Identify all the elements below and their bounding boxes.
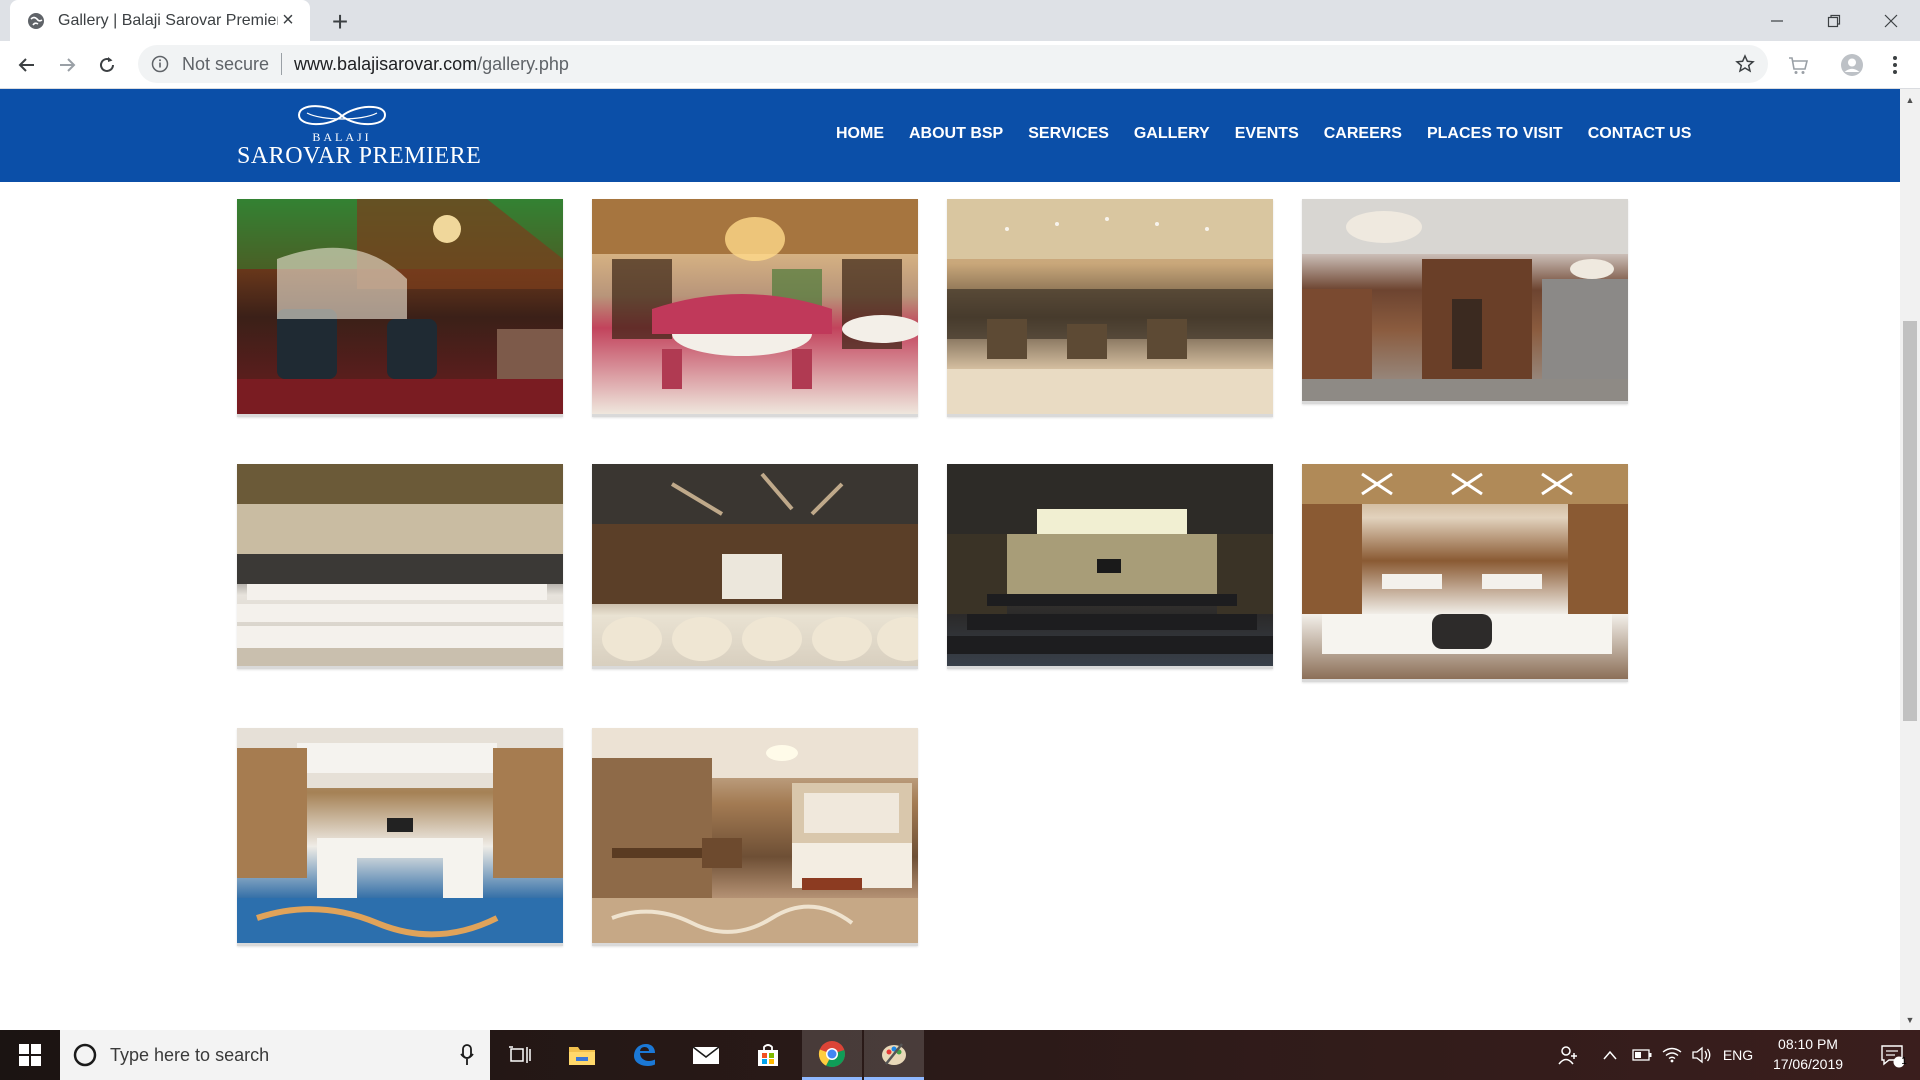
- browser-toolbar: Not secure www.balajisarovar.com/gallery…: [0, 41, 1920, 89]
- gallery-photo-boardroom[interactable]: [1302, 464, 1628, 679]
- nav-careers[interactable]: CAREERS: [1324, 125, 1402, 143]
- windows-logo-icon: [19, 1044, 41, 1066]
- mail-icon[interactable]: [676, 1030, 736, 1080]
- clock-date: 17/06/2019: [1772, 1056, 1844, 1072]
- cortana-circle-icon: [73, 1043, 97, 1067]
- gallery-card[interactable]: [947, 199, 1273, 417]
- chevron-up-icon[interactable]: [1596, 1030, 1624, 1080]
- gallery-card[interactable]: [592, 199, 918, 417]
- menu-kebab-icon[interactable]: [1879, 49, 1911, 81]
- page-viewport: BALAJI SAROVAR PREMIERE HOME ABOUT BSP S…: [0, 89, 1900, 1030]
- gallery-photo-lobby[interactable]: [1302, 199, 1628, 401]
- forward-button[interactable]: [51, 49, 83, 81]
- nav-contact-us[interactable]: CONTACT US: [1588, 125, 1692, 143]
- start-button[interactable]: [0, 1030, 60, 1080]
- file-explorer-icon[interactable]: [552, 1030, 612, 1080]
- reload-icon: [100, 57, 114, 72]
- scroll-down-arrow-icon[interactable]: ▼: [1900, 1011, 1920, 1028]
- gallery-photo-fine-dining[interactable]: [592, 199, 918, 414]
- back-arrow-icon: [18, 58, 34, 72]
- site-logo[interactable]: BALAJI SAROVAR PREMIERE: [237, 101, 482, 173]
- url-path: /gallery.php: [477, 53, 569, 74]
- nav-places-to-visit[interactable]: PLACES TO VISIT: [1427, 125, 1563, 143]
- task-view-icon[interactable]: [490, 1030, 550, 1080]
- address-bar[interactable]: Not secure www.balajisarovar.com/gallery…: [138, 45, 1768, 83]
- close-icon: [1884, 14, 1897, 27]
- scrollbar-thumb[interactable]: [1903, 321, 1917, 721]
- close-tab-icon[interactable]: ×: [278, 9, 298, 31]
- reload-button[interactable]: [91, 49, 123, 81]
- gallery-photo-u-shape-conference[interactable]: [237, 728, 563, 943]
- gallery-card[interactable]: [592, 464, 918, 669]
- site-header: BALAJI SAROVAR PREMIERE HOME ABOUT BSP S…: [0, 89, 1900, 182]
- url-text[interactable]: www.balajisarovar.com/gallery.php: [294, 54, 569, 75]
- bookmark-star-icon[interactable]: [1734, 53, 1756, 75]
- new-tab-button[interactable]: +: [326, 6, 354, 37]
- gallery-photo-banquet-hall[interactable]: [237, 464, 563, 666]
- restore-icon: [1827, 14, 1840, 27]
- gallery-card[interactable]: [947, 464, 1273, 669]
- scroll-up-arrow-icon[interactable]: ▲: [1900, 91, 1920, 108]
- nav-home[interactable]: HOME: [836, 125, 884, 143]
- action-center-icon[interactable]: 1: [1864, 1030, 1920, 1080]
- security-status[interactable]: Not secure: [182, 54, 269, 75]
- main-nav: HOME ABOUT BSP SERVICES GALLERY EVENTS C…: [836, 125, 1716, 143]
- browser-tabstrip: Gallery | Balaji Sarovar Premiere × +: [0, 0, 1920, 41]
- nav-gallery[interactable]: GALLERY: [1134, 125, 1210, 143]
- system-clock[interactable]: 08:10 PM 17/06/2019: [1756, 1034, 1860, 1074]
- microphone-icon[interactable]: [460, 1044, 474, 1066]
- language-indicator[interactable]: ENG: [1718, 1030, 1758, 1080]
- page-scrollbar[interactable]: ▲ ▼: [1900, 89, 1920, 1030]
- browser-tab[interactable]: Gallery | Balaji Sarovar Premiere ×: [10, 0, 310, 41]
- store-icon[interactable]: [738, 1030, 798, 1080]
- minimize-button[interactable]: [1748, 0, 1805, 41]
- people-icon[interactable]: [1550, 1030, 1586, 1080]
- url-host: www.balajisarovar.com: [294, 53, 478, 74]
- gallery-photo-meeting-room[interactable]: [947, 464, 1273, 666]
- search-placeholder: Type here to search: [110, 1044, 270, 1065]
- gallery-photo-restaurant-bar[interactable]: [237, 199, 563, 414]
- globe-icon: [26, 11, 46, 31]
- back-button[interactable]: [11, 49, 43, 81]
- close-window-button[interactable]: [1862, 0, 1919, 41]
- gallery-card[interactable]: [237, 464, 563, 669]
- clock-time: 08:10 PM: [1778, 1036, 1838, 1052]
- gallery-card[interactable]: [1302, 199, 1628, 404]
- nav-services[interactable]: SERVICES: [1028, 125, 1109, 143]
- gallery-card[interactable]: [1302, 464, 1628, 682]
- notification-count-badge: 1: [1901, 1056, 1907, 1067]
- profile-avatar-icon[interactable]: [1836, 49, 1868, 81]
- omnibox-divider: [281, 53, 283, 75]
- taskbar-search-box[interactable]: Type here to search: [60, 1030, 490, 1080]
- restore-button[interactable]: [1805, 0, 1862, 41]
- wifi-icon[interactable]: [1658, 1030, 1686, 1080]
- cart-extension-icon[interactable]: [1782, 49, 1814, 81]
- battery-icon[interactable]: [1628, 1030, 1656, 1080]
- gallery-photo-guest-room[interactable]: [592, 728, 918, 943]
- paint-app-icon[interactable]: [864, 1030, 924, 1080]
- edge-browser-icon[interactable]: [614, 1030, 674, 1080]
- gallery-card[interactable]: [237, 728, 563, 946]
- minimize-icon: [1770, 19, 1783, 22]
- info-icon[interactable]: [150, 54, 170, 74]
- gallery-card[interactable]: [592, 728, 918, 946]
- logo-infinity-icon: [297, 105, 387, 126]
- windows-taskbar: Type here to search ENG 08:10 PM 17/06/2…: [0, 1030, 1920, 1080]
- gallery-card[interactable]: [237, 199, 563, 417]
- chrome-icon[interactable]: [802, 1030, 862, 1080]
- gallery-photo-conference-projector[interactable]: [592, 464, 918, 666]
- tab-title: Gallery | Balaji Sarovar Premiere: [58, 11, 278, 29]
- forward-arrow-icon: [60, 58, 76, 72]
- logo-name: SAROVAR PREMIERE: [237, 143, 482, 169]
- volume-icon[interactable]: [1688, 1030, 1716, 1080]
- nav-about-bsp[interactable]: ABOUT BSP: [909, 125, 1003, 143]
- nav-events[interactable]: EVENTS: [1235, 125, 1299, 143]
- gallery-photo-lounge[interactable]: [947, 199, 1273, 414]
